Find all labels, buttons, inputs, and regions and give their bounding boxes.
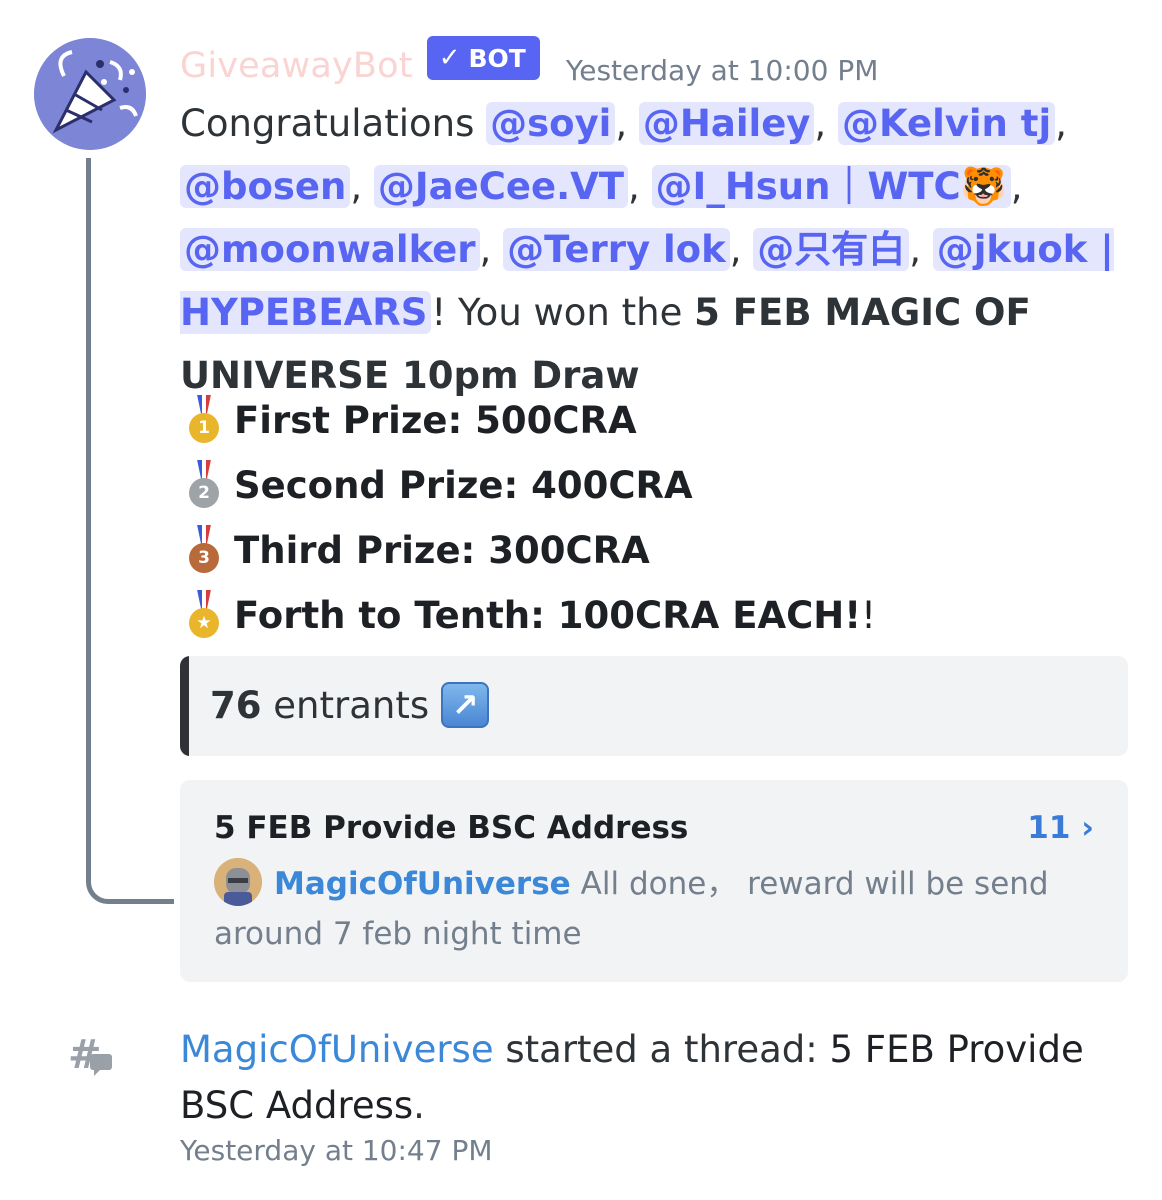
message-header: GiveawayBot ✓ BOT Yesterday at 10:00 PM xyxy=(180,36,878,96)
thread-connector-line xyxy=(86,158,174,904)
bot-badge-label: BOT xyxy=(468,43,526,73)
first-place-medal-icon: 1 xyxy=(184,393,226,449)
prize-label: Second Prize: 400CRA xyxy=(234,464,693,507)
prize-label: Forth to Tenth: 100CRA EACH! xyxy=(234,594,862,637)
prize-item: 2 Second Prize: 400CRA xyxy=(184,453,876,518)
user-mention[interactable]: @I_Hsun｜WTC🐯 xyxy=(651,165,1011,208)
prize-label: First Prize: 500CRA xyxy=(234,399,637,442)
user-mention[interactable]: @只有白 xyxy=(753,228,910,271)
thread-card[interactable]: 5 FEB Provide BSC Address 11 › MagicOfUn… xyxy=(180,780,1128,982)
system-message-action: started a thread: xyxy=(493,1028,830,1071)
user-mention[interactable]: @JaeCee.VT xyxy=(373,165,629,208)
intro-text: Congratulations xyxy=(180,102,487,145)
entrants-row: 76 entrants ↗ xyxy=(210,682,490,728)
system-period: . xyxy=(413,1084,425,1127)
user-mention[interactable]: @Hailey xyxy=(638,102,815,145)
system-message-user[interactable]: MagicOfUniverse xyxy=(180,1028,494,1071)
second-place-medal-icon: 2 xyxy=(184,458,226,514)
prize-suffix: ! xyxy=(861,594,876,637)
system-message: MagicOfUniverse started a thread: 5 FEB … xyxy=(180,1022,1140,1134)
prize-item: 1 First Prize: 500CRA xyxy=(184,388,876,453)
knight-avatar-icon xyxy=(214,857,262,906)
prize-item: ★ Forth to Tenth: 100CRA EACH!! xyxy=(184,583,876,648)
user-mention[interactable]: @bosen xyxy=(180,165,351,208)
entrants-count: 76 xyxy=(210,683,262,727)
giveaway-embed: 76 entrants ↗ xyxy=(180,656,1128,756)
thread-title: 5 FEB Provide BSC Address xyxy=(214,810,689,846)
user-mention[interactable]: @soyi xyxy=(486,102,616,145)
embed-accent-bar xyxy=(180,656,189,756)
party-popper-icon xyxy=(34,38,146,150)
verified-check-icon: ✓ xyxy=(438,43,461,73)
entrants-label: entrants xyxy=(273,683,430,727)
won-text: ! You won the xyxy=(431,291,695,334)
thread-preview: MagicOfUniverse All done， reward will be … xyxy=(214,857,1074,958)
prize-item: 3 Third Prize: 300CRA xyxy=(184,518,876,583)
thread-message-count[interactable]: 11 › xyxy=(1027,810,1094,846)
author-name[interactable]: GiveawayBot xyxy=(180,46,413,86)
message-content: Congratulations @soyi, @Hailey, @Kelvin … xyxy=(180,102,1114,397)
bot-badge: ✓ BOT xyxy=(426,36,540,80)
thread-preview-author[interactable]: MagicOfUniverse xyxy=(274,866,571,902)
user-mention[interactable]: @Kelvin tj xyxy=(837,102,1056,145)
third-place-medal-icon: 3 xyxy=(184,523,226,579)
prize-label: Third Prize: 300CRA xyxy=(234,529,650,572)
user-mention[interactable]: @Terry lok xyxy=(503,228,730,271)
user-mention[interactable]: @moonwalker xyxy=(180,228,480,271)
up-right-arrow-icon[interactable]: ↗ xyxy=(441,682,490,728)
sports-medal-icon: ★ xyxy=(184,588,226,644)
message-timestamp: Yesterday at 10:00 PM xyxy=(565,53,879,87)
system-message-timestamp: Yesterday at 10:47 PM xyxy=(180,1134,493,1167)
giveawaybot-avatar[interactable] xyxy=(34,38,146,150)
prize-list: 1 First Prize: 500CRA 2 Second Prize: 40… xyxy=(184,388,876,648)
thread-created-icon: # xyxy=(68,1032,116,1080)
